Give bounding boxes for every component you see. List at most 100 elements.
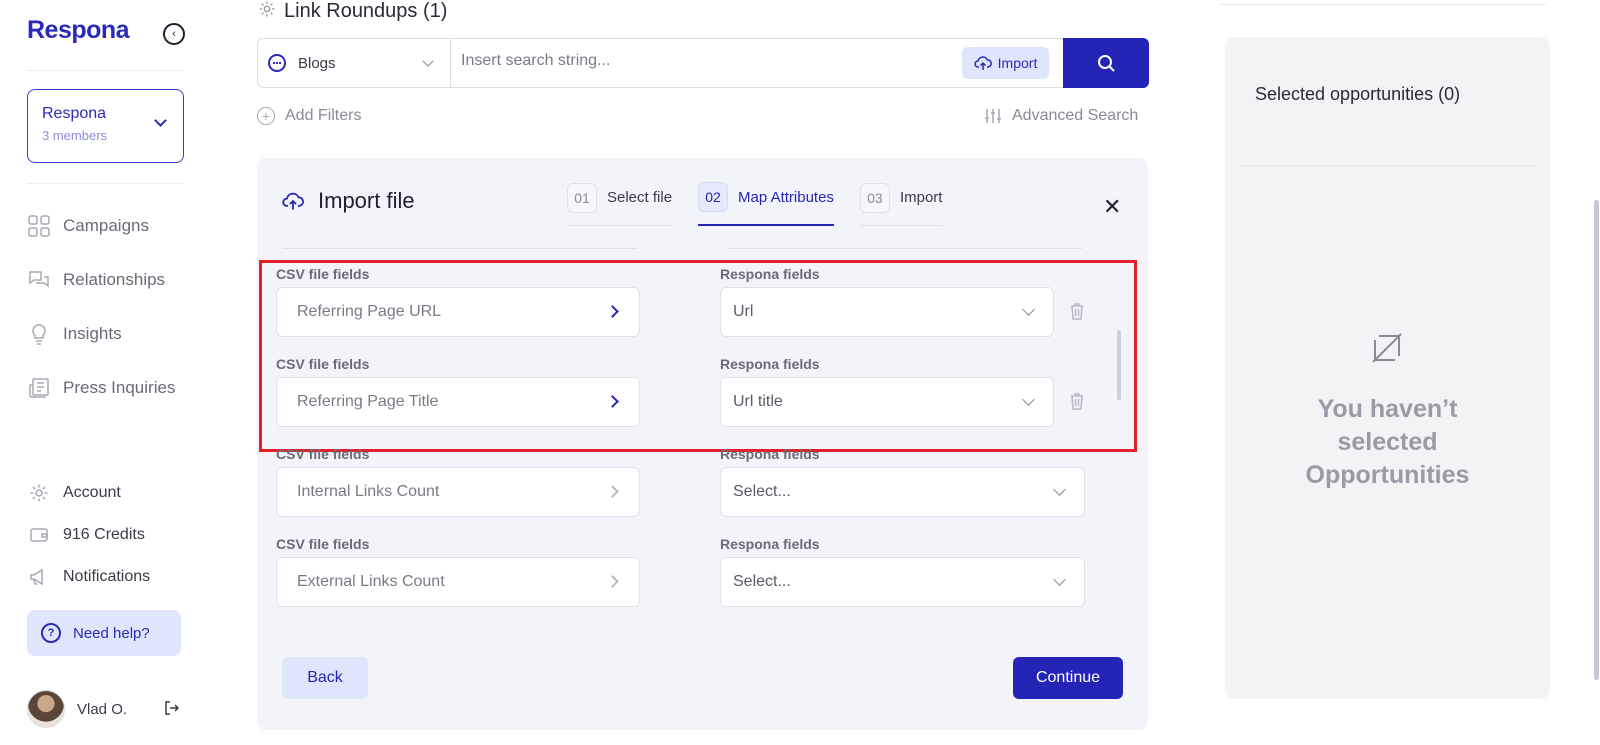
search-button[interactable] [1063,38,1149,88]
nav-relationships[interactable]: Relationships [27,268,165,292]
add-filters-label: Add Filters [285,107,362,124]
nav-account[interactable]: Account [27,481,121,505]
nav-label: Press Inquiries [63,378,176,397]
plus-icon: + [257,107,275,125]
help-icon: ? [41,623,61,643]
respona-field-select[interactable]: Select... [720,467,1085,517]
step-import[interactable]: 03 Import [859,182,943,226]
divider [282,248,637,249]
page-title-text: Link Roundups (1) [284,0,448,22]
notifications-label: Notifications [63,568,151,585]
page-title: Link Roundups (1) [258,0,447,23]
csv-field-value: External Links Count [297,573,445,590]
cloud-upload-icon [973,56,992,70]
csv-field-label: CSV file fields [276,536,370,552]
import-panel: Import file 01 Select file 02 Map Attrib… [257,158,1148,730]
blog-source-icon [268,54,286,72]
collapse-sidebar-icon[interactable]: ‹ [163,23,185,45]
step-number: 01 [567,182,597,213]
highlight-box [259,260,1137,452]
scrollbar[interactable] [1117,330,1121,400]
step-number: 03 [859,182,890,213]
import-title: Import file [282,188,415,214]
lightbulb-icon [27,322,51,346]
chevron-down-icon [1053,483,1066,496]
grid-icon [27,214,51,238]
nav-label: Campaigns [63,216,149,235]
divider [727,248,1082,249]
respona-field-select[interactable]: Select... [720,557,1085,607]
newspaper-icon [27,376,51,400]
no-selection-icon [1370,331,1404,370]
nav-credits[interactable]: 916 Credits [27,523,145,547]
user-name: Vlad O. [77,700,128,718]
step-select-file[interactable]: 01 Select file [567,182,673,226]
scrollbar[interactable] [1594,200,1599,680]
close-icon[interactable]: ✕ [1103,194,1121,220]
import-button[interactable]: Import [962,47,1049,79]
step-label: Import [899,189,943,206]
nav-press-inquiries[interactable]: Press Inquiries [27,376,175,400]
user-profile[interactable]: Vlad O. [27,690,127,728]
csv-field[interactable]: External Links Count [276,557,640,607]
chat-bubbles-icon [27,268,51,292]
csv-field-value: Internal Links Count [297,483,440,500]
search-bar: Blogs Import [257,38,1149,88]
chevron-right-icon [606,485,619,498]
nav-label: Insights [63,324,122,343]
gear-icon[interactable] [258,0,276,23]
respona-field-label: Respona fields [720,446,820,462]
nav-campaigns[interactable]: Campaigns [27,214,149,238]
divider [27,183,184,184]
credits-label: 916 Credits [63,526,145,543]
logout-icon[interactable] [164,700,180,721]
import-label: Import [997,55,1038,71]
divider [27,70,184,71]
advanced-search-label: Advanced Search [1012,107,1139,124]
step-tabs: 01 Select file 02 Map Attributes 03 Impo… [567,182,943,226]
empty-line: selected [1337,428,1438,456]
step-map-attributes[interactable]: 02 Map Attributes [698,182,834,226]
help-label: Need help? [73,624,150,642]
add-filters-button[interactable]: + Add Filters [257,107,361,125]
nav-label: Relationships [63,270,166,289]
step-label: Map Attributes [738,188,834,206]
empty-line: Opportunities [1305,461,1470,489]
csv-field[interactable]: Internal Links Count [276,467,640,517]
need-help-button[interactable]: ? Need help? [27,610,181,656]
source-select[interactable]: Blogs [258,39,451,87]
selected-opportunities-title: Selected opportunities (0) [1255,84,1461,104]
workspace-name: Respona [42,105,107,122]
divider [1220,4,1546,5]
back-button[interactable]: Back [282,657,368,699]
sliders-icon [985,109,1001,123]
sidebar: Respona ‹ Respona 3 members Campaigns Re… [0,0,210,745]
nav-notifications[interactable]: Notifications [27,565,150,589]
chevron-down-icon [1053,573,1066,586]
megaphone-icon [27,565,51,589]
import-title-text: Import file [318,188,415,213]
wallet-icon [27,523,51,547]
source-select-value: Blogs [298,54,336,72]
divider [1240,165,1535,166]
advanced-search-button[interactable]: Advanced Search [984,107,1138,125]
empty-line: You haven’t [1317,395,1458,423]
respona-logo[interactable]: Respona [27,16,130,45]
avatar [27,690,65,728]
workspace-switcher[interactable]: Respona 3 members [27,89,184,163]
continue-button[interactable]: Continue [1013,657,1123,699]
chevron-right-icon [606,575,619,588]
respona-field-value: Select... [733,573,791,590]
cloud-upload-icon [282,192,304,210]
selected-opportunities-panel: Selected opportunities (0) You haven’t s… [1225,37,1550,699]
chevron-down-icon [422,55,434,67]
gear-icon [27,481,51,505]
respona-field-label: Respona fields [720,536,820,552]
step-number: 02 [698,182,729,212]
csv-field-label: CSV file fields [276,446,370,462]
empty-state-text: You haven’t selected Opportunities [1225,393,1550,492]
account-label: Account [63,484,121,501]
nav-insights[interactable]: Insights [27,322,122,346]
workspace-members: 3 members [42,128,108,143]
search-input[interactable] [461,52,941,70]
